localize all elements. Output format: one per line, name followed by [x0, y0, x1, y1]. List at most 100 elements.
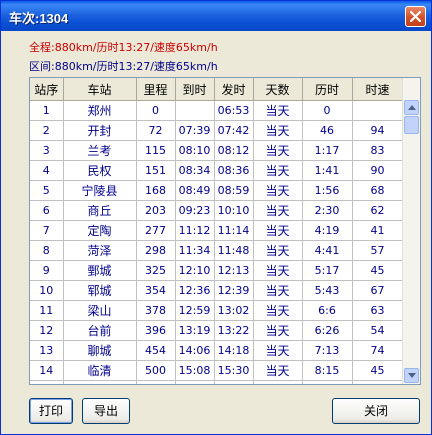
station-cell: 宁陵县 — [63, 180, 137, 201]
speed-cell: 94 — [352, 120, 404, 141]
title-bar[interactable]: 车次:1304 — [1, 1, 431, 31]
depart-cell: 11:48 — [214, 240, 254, 261]
export-button[interactable]: 导出 — [82, 398, 130, 424]
depart-cell: 06:53 — [214, 100, 254, 121]
close-icon — [410, 11, 421, 22]
depart-cell: 08:36 — [214, 160, 254, 181]
table-row[interactable]: 4 民权 151 08:34 08:36 当天 1:41 90 — [30, 160, 404, 181]
vertical-scrollbar[interactable] — [402, 78, 420, 384]
table-row[interactable]: 6 商丘 203 09:23 10:10 当天 2:30 62 — [30, 200, 404, 221]
print-button[interactable]: 打印 — [29, 398, 73, 424]
day-cell: 当天 — [253, 260, 303, 281]
arrive-cell: 15:47 — [175, 380, 215, 384]
elapsed-cell: 6:26 — [302, 320, 353, 341]
distance-cell: 115 — [136, 140, 176, 161]
seq-cell: 4 — [30, 160, 64, 181]
table-row[interactable]: 3 兰考 115 08:10 08:12 当天 1:17 83 — [30, 140, 404, 161]
arrive-cell: 13:19 — [175, 320, 215, 341]
column-header[interactable]: 发时 — [214, 78, 254, 101]
station-cell: 民权 — [63, 160, 137, 181]
day-cell: 当天 — [253, 380, 303, 384]
arrive-cell: 08:34 — [175, 160, 215, 181]
column-header[interactable]: 站序 — [30, 78, 64, 101]
arrive-cell: 08:10 — [175, 140, 215, 161]
station-cell: 定陶 — [63, 220, 137, 241]
day-cell: 当天 — [253, 180, 303, 201]
day-cell: 当天 — [253, 220, 303, 241]
table-row[interactable]: 11 梁山 378 12:59 13:02 当天 6:6 63 — [30, 300, 404, 321]
seq-cell: 2 — [30, 120, 64, 141]
seq-cell: 1 — [30, 100, 64, 121]
station-cell: 聊城 — [63, 340, 137, 361]
speed-cell: 90 — [352, 160, 404, 181]
station-cell: 梁山 — [63, 300, 137, 321]
seq-cell: 7 — [30, 220, 64, 241]
station-cell: 兰考 — [63, 140, 137, 161]
distance-cell: 325 — [136, 260, 176, 281]
speed-cell: 74 — [352, 340, 404, 361]
elapsed-cell: 0 — [302, 100, 353, 121]
depart-cell: 11:14 — [214, 220, 254, 241]
scroll-thumb[interactable] — [404, 116, 419, 134]
table-row[interactable]: 5 宁陵县 168 08:49 08:59 当天 1:56 68 — [30, 180, 404, 201]
elapsed-cell: 1:56 — [302, 180, 353, 201]
depart-cell: 12:13 — [214, 260, 254, 281]
table-row[interactable]: 13 聊城 454 14:06 14:18 当天 7:13 74 — [30, 340, 404, 361]
depart-cell: 13:02 — [214, 300, 254, 321]
day-cell: 当天 — [253, 340, 303, 361]
seq-cell: 9 — [30, 260, 64, 281]
column-header[interactable]: 天数 — [253, 78, 303, 101]
table-row[interactable]: 1 郑州 0 06:53 当天 0 — [30, 100, 404, 121]
speed-cell: 40 — [352, 380, 404, 384]
speed-cell: 68 — [352, 180, 404, 201]
window-close-button[interactable] — [405, 6, 426, 27]
speed-cell — [352, 100, 404, 121]
arrive-cell: 07:39 — [175, 120, 215, 141]
table-row[interactable]: 8 菏泽 298 11:34 11:48 当天 4:41 57 — [30, 240, 404, 261]
scroll-down-button[interactable] — [404, 368, 419, 383]
table-row[interactable]: 2 开封 72 07:39 07:42 当天 46 94 — [30, 120, 404, 141]
table-row[interactable]: 14 临清 500 15:08 15:30 当天 8:15 45 — [30, 360, 404, 381]
depart-cell: 15:30 — [214, 360, 254, 381]
distance-cell: 298 — [136, 240, 176, 261]
elapsed-cell: 46 — [302, 120, 353, 141]
scroll-up-button[interactable] — [404, 100, 419, 115]
column-header[interactable]: 里程 — [136, 78, 176, 101]
depart-cell: 14:18 — [214, 340, 254, 361]
distance-cell: 500 — [136, 360, 176, 381]
distance-cell: 151 — [136, 160, 176, 181]
day-cell: 当天 — [253, 120, 303, 141]
day-cell: 当天 — [253, 140, 303, 161]
table-row[interactable]: 9 鄄城 325 12:10 12:13 当天 5:17 45 — [30, 260, 404, 281]
seq-cell: 15 — [30, 380, 64, 384]
arrive-cell: 12:36 — [175, 280, 215, 301]
elapsed-cell: 6:6 — [302, 300, 353, 321]
seq-cell: 6 — [30, 200, 64, 221]
column-header[interactable]: 历时 — [302, 78, 353, 101]
seq-cell: 14 — [30, 360, 64, 381]
depart-cell: 08:12 — [214, 140, 254, 161]
seq-cell: 10 — [30, 280, 64, 301]
table-row[interactable]: 10 郓城 354 12:36 12:39 当天 5:43 67 — [30, 280, 404, 301]
speed-cell: 45 — [352, 260, 404, 281]
close-button[interactable]: 关闭 — [332, 398, 420, 424]
column-header[interactable]: 车站 — [63, 78, 137, 101]
day-cell: 当天 — [253, 160, 303, 181]
timetable: 站序 车站 里程 到时 发时 天数 历时 时速 1 郑州 0 06:53 当天 0 2 开封 72 07:39 0… — [30, 78, 404, 384]
seq-cell: 12 — [30, 320, 64, 341]
table-row[interactable]: 15清河城52615:4715:53当天8:5440 — [30, 380, 404, 384]
table-row[interactable]: 12 台前 396 13:19 13:22 当天 6:26 54 — [30, 320, 404, 341]
chevron-up-icon — [408, 105, 416, 110]
depart-cell: 08:59 — [214, 180, 254, 201]
table-row[interactable]: 7 定陶 277 11:12 11:14 当天 4:19 41 — [30, 220, 404, 241]
depart-cell: 12:39 — [214, 280, 254, 301]
elapsed-cell: 1:17 — [302, 140, 353, 161]
elapsed-cell: 5:43 — [302, 280, 353, 301]
day-cell: 当天 — [253, 320, 303, 341]
column-header[interactable]: 时速 — [352, 78, 404, 101]
day-cell: 当天 — [253, 280, 303, 301]
station-cell: 临清 — [63, 360, 137, 381]
column-header[interactable]: 到时 — [175, 78, 215, 101]
arrive-cell: 12:59 — [175, 300, 215, 321]
distance-cell: 277 — [136, 220, 176, 241]
